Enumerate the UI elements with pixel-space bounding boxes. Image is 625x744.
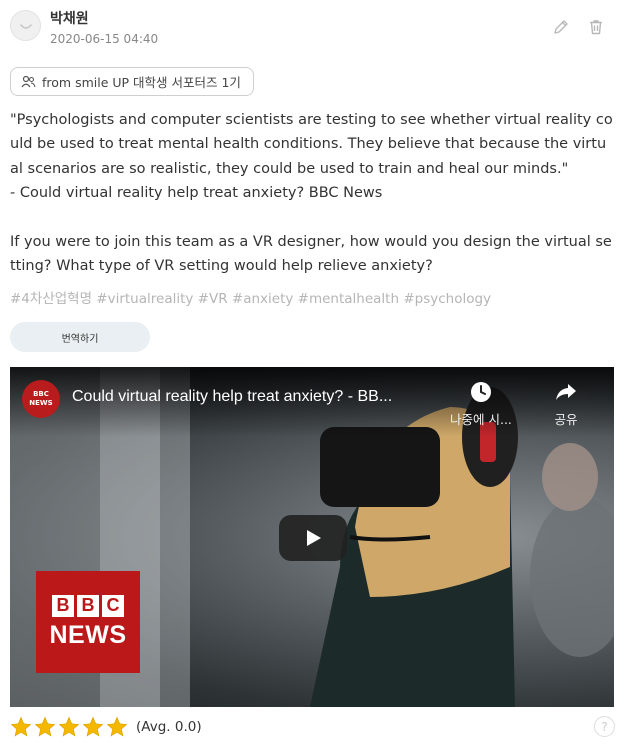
share-button[interactable]: 공유 <box>554 381 578 428</box>
pencil-icon <box>554 20 568 34</box>
logo-letter: C <box>102 594 124 617</box>
share-icon <box>556 384 576 400</box>
user-avatar-icon <box>19 23 32 29</box>
star-icon[interactable] <box>34 716 56 738</box>
translate-button[interactable]: 번역하기 <box>10 322 150 352</box>
hashtags[interactable]: #4차산업혁명 #virtualreality #VR #anxiety #me… <box>10 287 491 307</box>
share-label: 공유 <box>554 412 578 427</box>
trash-icon <box>590 20 602 35</box>
rating-average: (Avg. 0.0) <box>136 719 202 735</box>
play-icon <box>307 530 321 546</box>
question-icon[interactable]: ? <box>594 716 615 737</box>
source-label: from smile UP 대학생 서포터즈 1기 <box>42 75 241 90</box>
star-icon[interactable] <box>58 716 80 738</box>
star-icon[interactable] <box>10 716 32 738</box>
channel-avatar[interactable]: BBC NEWS <box>22 380 60 418</box>
star-rating[interactable] <box>10 716 128 738</box>
play-button[interactable] <box>279 515 347 561</box>
avatar[interactable] <box>10 10 41 41</box>
post-timestamp: 2020-06-15 04:40 <box>50 32 159 46</box>
author-name[interactable]: 박채원 <box>50 8 89 28</box>
star-icon[interactable] <box>106 716 128 738</box>
delete-button[interactable] <box>585 16 607 38</box>
badge-text-bottom: NEWS <box>29 399 53 407</box>
logo-word: NEWS <box>49 620 127 649</box>
rating[interactable]: (Avg. 0.0) <box>10 716 202 738</box>
star-icon[interactable] <box>82 716 104 738</box>
video-embed[interactable]: BBC NEWS Could virtual reality help trea… <box>10 367 614 707</box>
logo-letter: B <box>52 594 74 617</box>
watch-later-label: 나중에 시... <box>450 412 512 427</box>
logo-blocks: B B C <box>52 594 124 617</box>
people-icon <box>21 75 36 88</box>
video-title[interactable]: Could virtual reality help treat anxiety… <box>72 388 392 406</box>
bbc-news-logo: B B C NEWS <box>36 571 140 673</box>
badge-text-top: BBC <box>33 390 49 398</box>
edit-button[interactable] <box>550 16 572 38</box>
clock-icon <box>470 382 491 402</box>
source-chip[interactable]: from smile UP 대학생 서포터즈 1기 <box>10 67 254 96</box>
post-body: "Psychologists and computer scientists a… <box>10 112 613 275</box>
logo-letter: B <box>77 594 99 617</box>
watch-later-button[interactable]: 나중에 시... <box>450 381 512 428</box>
